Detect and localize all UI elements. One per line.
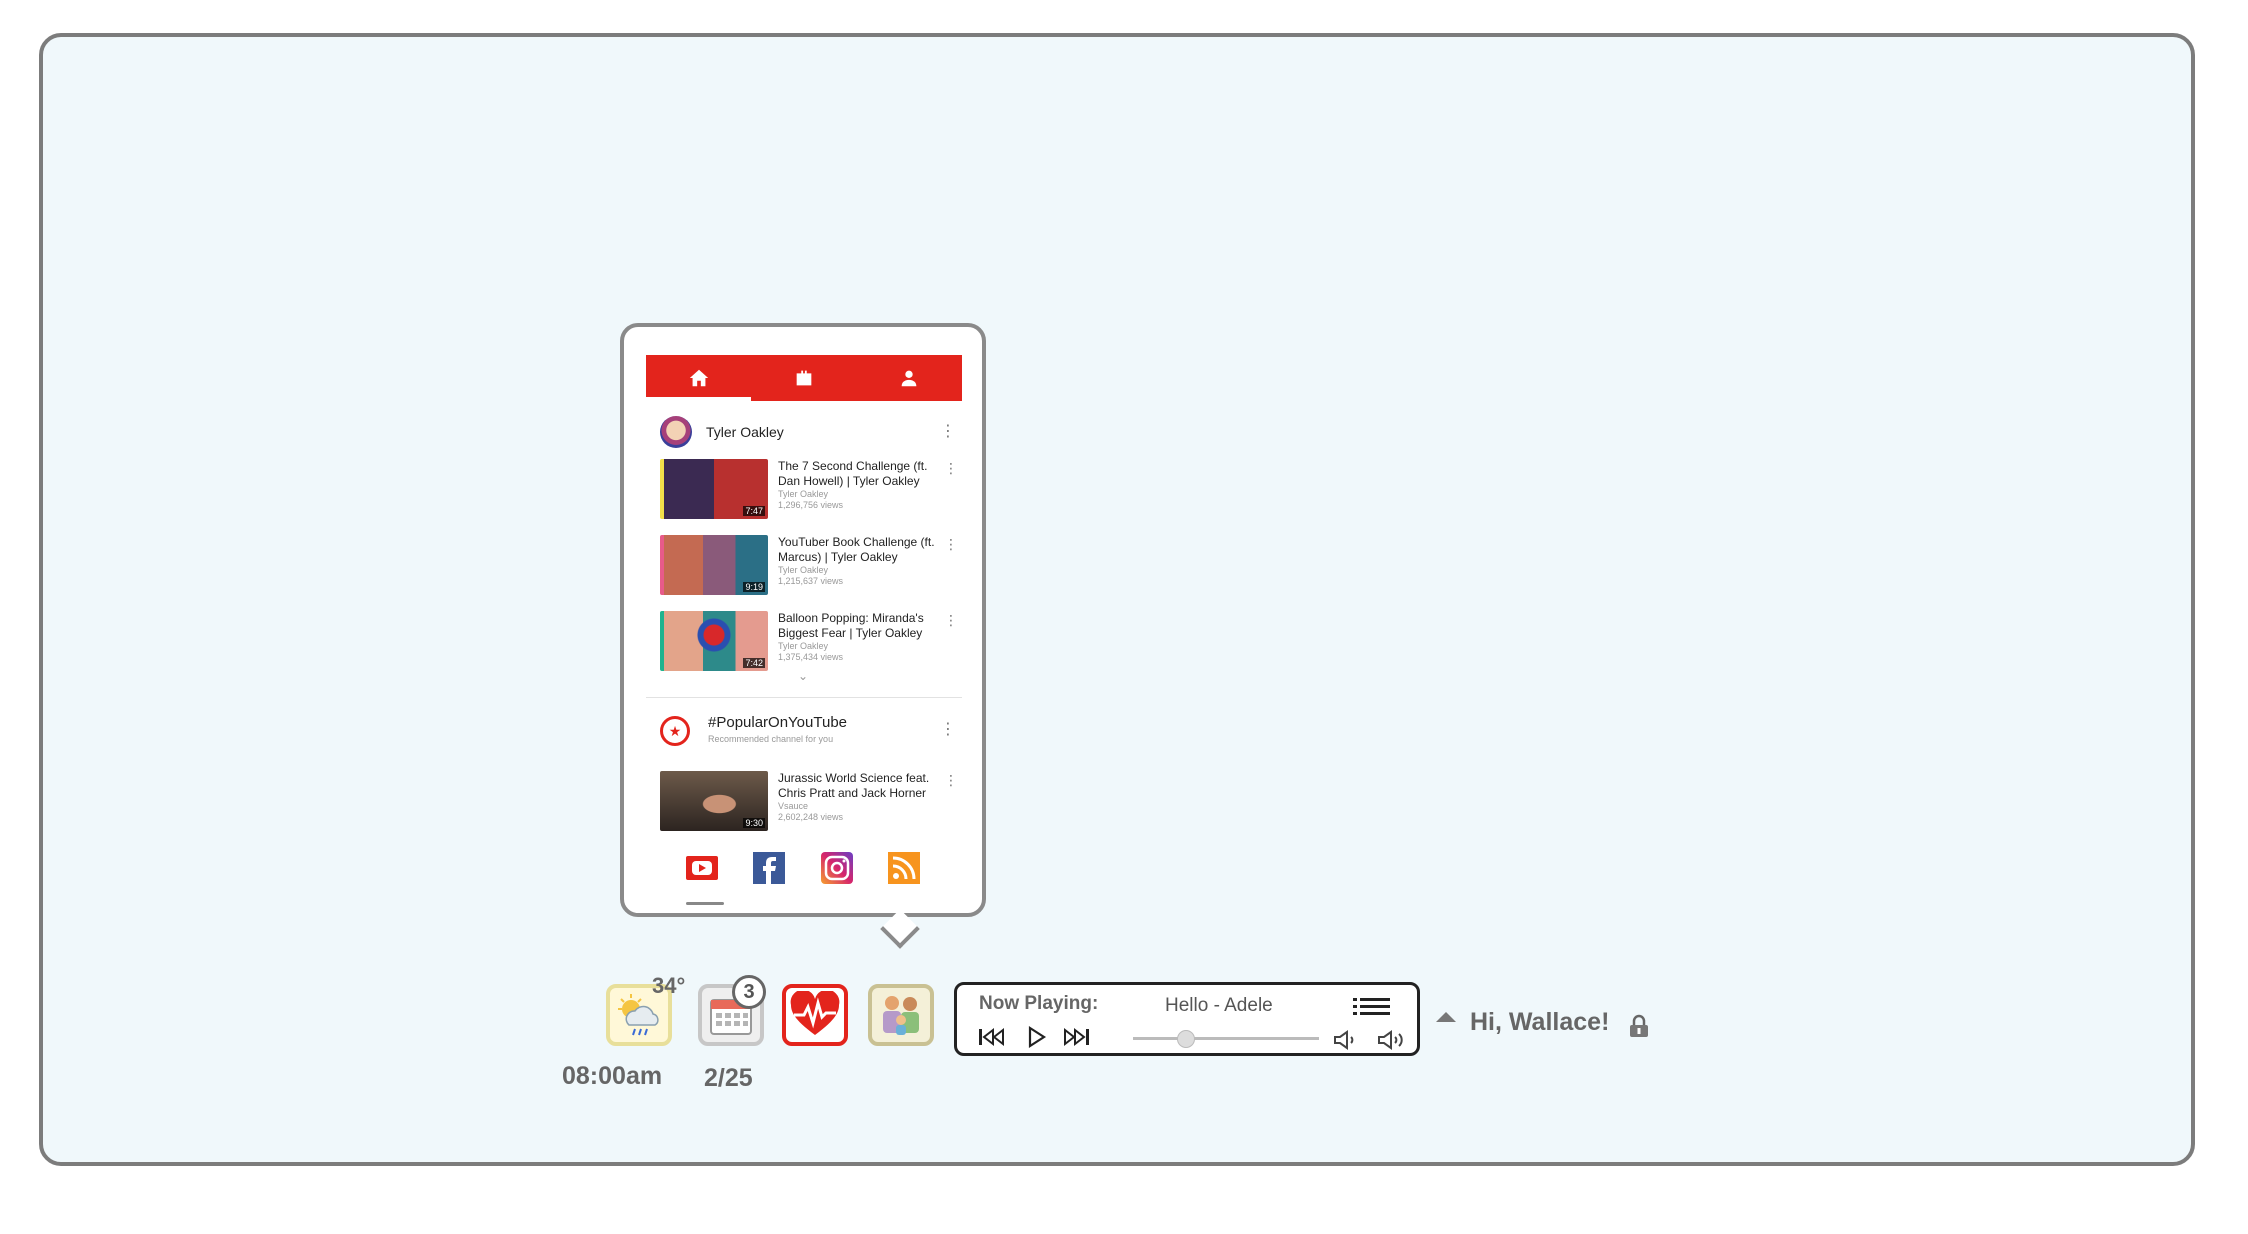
- video-channel: Vsauce: [778, 801, 809, 811]
- song-title: Hello - Adele: [1165, 995, 1273, 1016]
- tab-subscriptions[interactable]: [751, 355, 856, 401]
- next-button[interactable]: [1061, 1027, 1091, 1047]
- facebook-icon[interactable]: [747, 849, 791, 887]
- caret-up-icon[interactable]: [1436, 1012, 1456, 1022]
- video-title: Jurassic World Science feat. Chris Pratt…: [778, 771, 930, 800]
- skip-forward-icon: [1064, 1027, 1089, 1047]
- video-channel: Tyler Oakley: [778, 489, 829, 499]
- tab-account[interactable]: [857, 355, 962, 401]
- more-icon[interactable]: ⋮: [944, 613, 958, 627]
- play-icon: [1028, 1026, 1047, 1048]
- channel-header[interactable]: Tyler Oakley ⋮: [660, 415, 960, 449]
- video-views: 1,375,434 views: [778, 652, 844, 662]
- video-item[interactable]: 9:30 Jurassic World Science feat. Chris …: [660, 771, 960, 835]
- previous-button[interactable]: [977, 1027, 1007, 1047]
- home-icon: [689, 369, 708, 387]
- home-indicator: [686, 902, 724, 905]
- clock-date: 2/25: [704, 1064, 753, 1092]
- video-title: YouTuber Book Challenge (ft. Marcus) | T…: [778, 535, 935, 564]
- heart-rate-icon: [790, 991, 840, 1035]
- avatar: [660, 416, 692, 448]
- video-thumbnail: 7:42: [660, 611, 768, 671]
- tab-home[interactable]: [646, 355, 752, 401]
- video-item[interactable]: 9:19 YouTuber Book Challenge (ft. Marcus…: [660, 535, 960, 599]
- video-title: The 7 Second Challenge (ft. Dan Howell) …: [778, 459, 928, 488]
- divider: [646, 697, 962, 698]
- more-icon[interactable]: ⋮: [944, 537, 958, 551]
- video-views: 2,602,248 views: [778, 812, 844, 822]
- more-icon[interactable]: ⋮: [940, 722, 956, 738]
- music-player: Now Playing: Hello - Adele: [954, 982, 1420, 1056]
- video-title: Balloon Popping: Miranda's Biggest Fear …: [778, 611, 924, 640]
- popular-title: #PopularOnYouTube: [708, 714, 847, 731]
- progress-track[interactable]: [1133, 1037, 1319, 1040]
- volume-up-icon[interactable]: [1377, 1029, 1407, 1051]
- video-views: 1,215,637 views: [778, 576, 844, 586]
- more-icon[interactable]: ⋮: [940, 424, 956, 440]
- video-item[interactable]: 7:42 Balloon Popping: Miranda's Biggest …: [660, 611, 960, 675]
- weather-icon: [618, 994, 659, 1036]
- video-thumbnail: 7:47: [660, 459, 768, 519]
- now-playing-label: Now Playing:: [979, 993, 1099, 1014]
- video-duration: 9:19: [743, 582, 765, 592]
- youtube-icon[interactable]: [680, 849, 724, 887]
- clock-time: 08:00am: [562, 1062, 663, 1090]
- skip-back-icon: [979, 1027, 1004, 1047]
- social-popup: Tyler Oakley ⋮ 7:47 The 7 Second Challen…: [620, 323, 986, 917]
- video-duration: 7:47: [743, 506, 765, 516]
- video-item[interactable]: 7:47 The 7 Second Challenge (ft. Dan How…: [660, 459, 960, 523]
- social-links: [680, 849, 926, 887]
- star-icon: ★: [660, 716, 690, 746]
- chevron-down-icon[interactable]: ⌄: [798, 669, 808, 683]
- popular-subtitle: Recommended channel for you: [708, 734, 834, 744]
- rss-icon[interactable]: [882, 849, 926, 887]
- user-greeting[interactable]: Hi, Wallace!: [1470, 1008, 1609, 1037]
- video-channel: Tyler Oakley: [778, 565, 829, 575]
- more-icon[interactable]: ⋮: [944, 461, 958, 475]
- progress-handle[interactable]: [1177, 1030, 1196, 1048]
- calendar-badge: 3: [732, 975, 766, 1009]
- video-thumbnail: 9:19: [660, 535, 768, 595]
- briefcase-icon: [796, 370, 812, 386]
- video-channel: Tyler Oakley: [778, 641, 829, 651]
- health-button[interactable]: [782, 984, 848, 1046]
- playlist-icon[interactable]: [1353, 997, 1391, 1021]
- lock-icon[interactable]: [1628, 1014, 1650, 1038]
- video-thumbnail: 9:30: [660, 771, 768, 831]
- youtube-tab-bar: [646, 355, 962, 401]
- popular-header[interactable]: ★ #PopularOnYouTube Recommended channel …: [660, 712, 960, 752]
- video-duration: 9:30: [743, 818, 765, 828]
- family-icon: [883, 996, 919, 1035]
- account-icon: [901, 370, 917, 387]
- video-views: 1,296,756 views: [778, 500, 844, 510]
- contacts-button[interactable]: [868, 984, 934, 1046]
- instagram-icon[interactable]: [815, 849, 859, 887]
- volume-down-icon[interactable]: [1333, 1029, 1361, 1051]
- more-icon[interactable]: ⋮: [944, 773, 958, 787]
- play-button[interactable]: [1021, 1026, 1051, 1048]
- channel-name: Tyler Oakley: [706, 424, 784, 440]
- video-duration: 7:42: [743, 658, 765, 668]
- temperature: 34°: [652, 973, 686, 998]
